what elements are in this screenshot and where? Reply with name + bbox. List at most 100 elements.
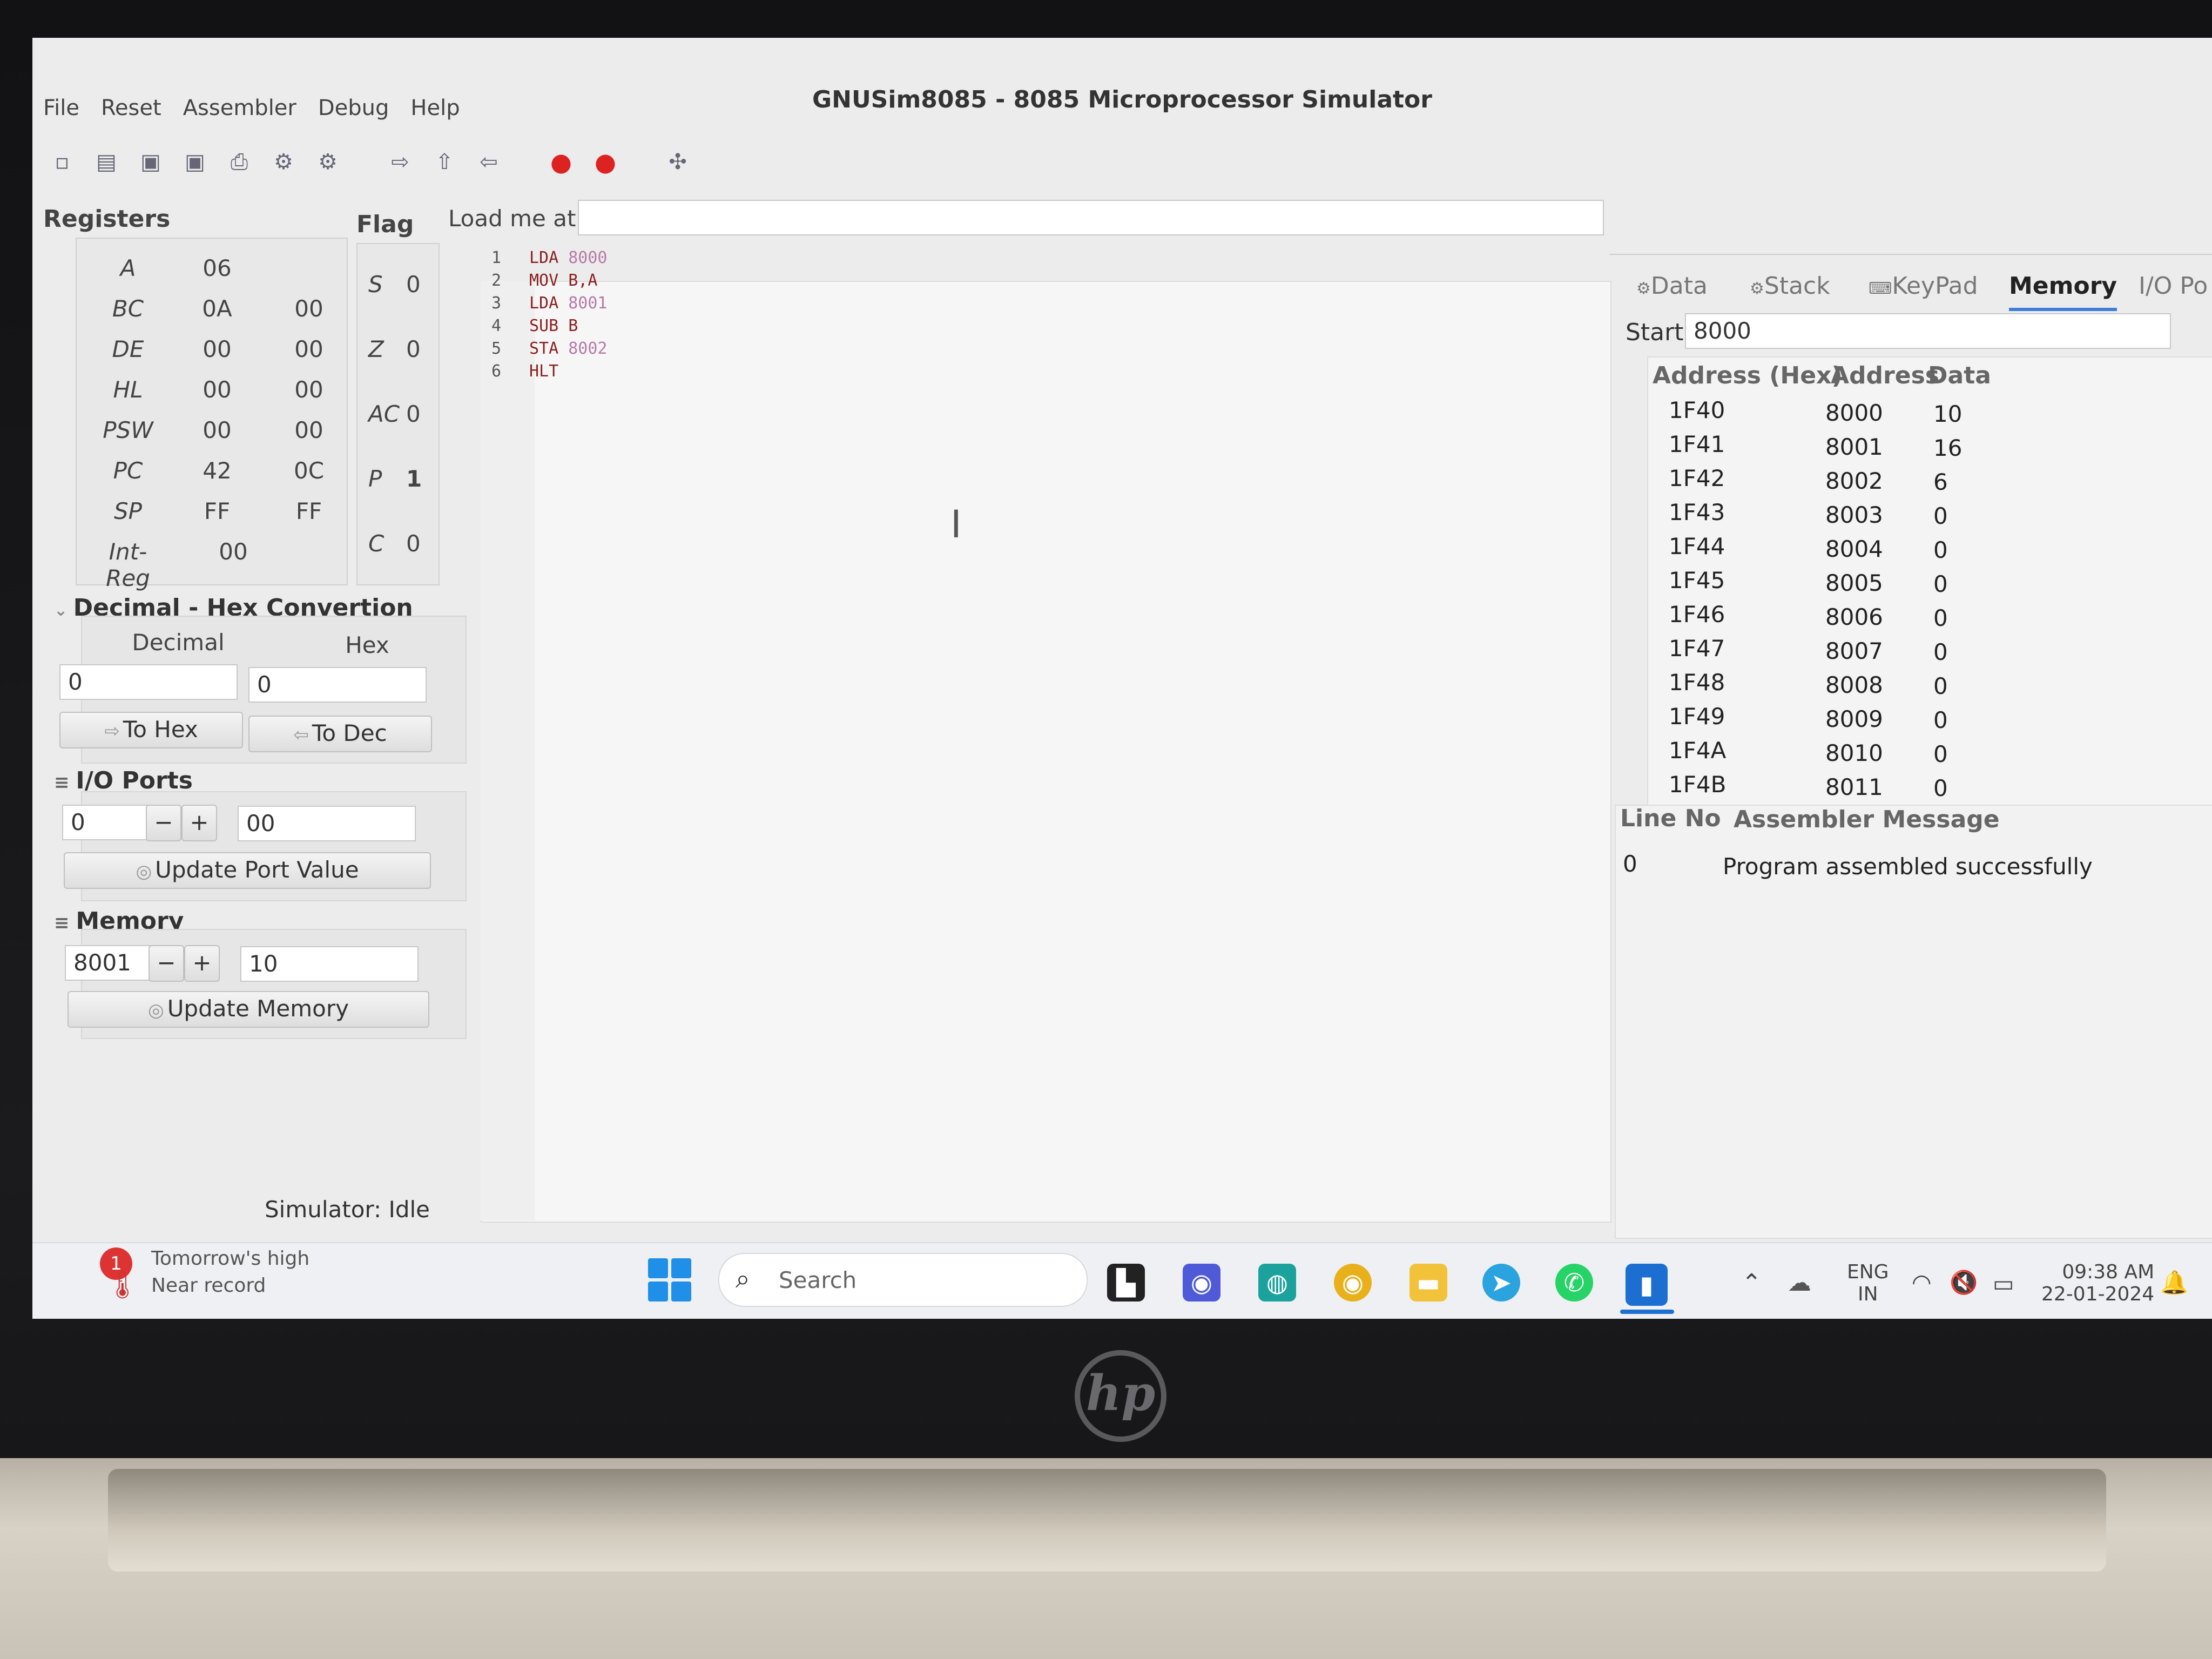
tab-label: Data (1650, 272, 1708, 300)
arrow-left-icon: ⇦ (293, 724, 309, 746)
memory-increment-button[interactable]: + (184, 945, 220, 982)
start-icon[interactable] (648, 1258, 691, 1301)
new-file-icon[interactable]: ▫ (49, 149, 76, 176)
tab-data[interactable]: ⚙Data (1636, 265, 1708, 308)
message-line-number: 0 (1623, 851, 1637, 877)
memory-address: 8002 (1825, 468, 1883, 494)
column-header[interactable]: Assembler Message (1734, 806, 2000, 833)
menu-file[interactable]: File (43, 86, 79, 130)
step-out-icon[interactable]: ⇦ (475, 149, 502, 176)
to-dec-button[interactable]: ⇦ To Dec (248, 716, 432, 752)
clock[interactable]: 09:38 AM 22-01-2024 (2041, 1261, 2154, 1305)
code-line[interactable]: 3 LDA 8001 (491, 294, 608, 316)
file-explorer-icon[interactable]: ▬ (1410, 1264, 1447, 1301)
collapse-icon[interactable]: ≡ (54, 772, 76, 793)
column-header[interactable]: Address (Hex) (1653, 362, 1843, 389)
column-header[interactable]: Data (1928, 362, 1991, 389)
port-increment-button[interactable]: + (181, 805, 217, 841)
telegram-icon[interactable]: ➤ (1482, 1264, 1520, 1301)
gnusim-taskbar-icon[interactable]: ▮ (1626, 1264, 1668, 1306)
volume-muted-icon[interactable]: 🔇 (1950, 1269, 1978, 1296)
step-over-icon[interactable]: ⇧ (431, 149, 458, 176)
code-editor[interactable] (481, 281, 1611, 1223)
menu-reset[interactable]: Reset (101, 86, 161, 130)
cloud-icon[interactable]: ☁ (1788, 1269, 1811, 1297)
menu-help[interactable]: Help (410, 86, 460, 130)
taskbar-search[interactable]: ⌕ Search (718, 1253, 1088, 1307)
code-line[interactable]: 5 STA 8002 (491, 339, 608, 362)
code-op: HLT (529, 362, 559, 381)
code-line[interactable]: 6 HLT (491, 362, 558, 385)
collapse-icon[interactable]: ⌄ (54, 601, 73, 620)
tab-keypad[interactable]: ⌨KeyPad (1869, 265, 1978, 308)
run-icon[interactable]: ⚙ (314, 149, 341, 176)
column-header[interactable]: Address (1831, 362, 1939, 389)
teams-icon[interactable]: ◉ (1183, 1264, 1220, 1301)
collapse-icon[interactable]: ≡ (54, 912, 76, 934)
flag-row-p: P1 (358, 466, 439, 520)
code-line[interactable]: 4 SUB B (491, 316, 578, 339)
registers-title: Registers (43, 205, 171, 233)
chevron-up-icon[interactable]: ⌃ (1742, 1269, 1762, 1297)
io-ports-title: ≡ I/O Ports (54, 767, 193, 794)
flags-panel: S0 Z0 AC 0 P1 C0 (356, 243, 440, 585)
task-view-icon[interactable]: ▙ (1107, 1264, 1145, 1301)
start-address-input[interactable]: 8000 (1685, 313, 2171, 349)
memory-hex-address: 1F41 (1669, 431, 1725, 457)
breakpoint-icon[interactable]: ● (548, 147, 575, 177)
flag-row-z: Z0 (358, 336, 439, 390)
memory-data: 0 (1933, 605, 1948, 631)
weather-line-1[interactable]: Tomorrow's high (151, 1247, 309, 1270)
language-indicator[interactable]: ENG IN (1847, 1261, 1889, 1305)
flag-name: C (368, 530, 385, 557)
register-value: 00 (294, 336, 323, 362)
menu-debug[interactable]: Debug (318, 86, 389, 130)
tab-stack[interactable]: ⚙Stack (1750, 265, 1830, 308)
port-decrement-button[interactable]: − (146, 805, 181, 841)
open-file-icon[interactable]: ▤ (93, 149, 120, 176)
edge-icon[interactable]: ◍ (1258, 1264, 1296, 1301)
whatsapp-icon[interactable]: ✆ (1555, 1264, 1593, 1301)
memory-hex-address: 1F48 (1669, 669, 1725, 696)
to-hex-button[interactable]: ⇨ To Hex (59, 712, 243, 748)
print-icon[interactable]: ⎙ (226, 149, 253, 176)
decimal-input[interactable]: 0 (59, 664, 238, 700)
memory-value-input[interactable]: 10 (240, 946, 419, 982)
clear-breakpoints-icon[interactable]: ● (592, 147, 619, 177)
step-in-icon[interactable]: ⇨ (387, 149, 414, 176)
battery-icon[interactable]: ▭ (1993, 1270, 2014, 1297)
flag-name: S (368, 271, 383, 298)
load-at-input[interactable] (578, 200, 1604, 235)
register-value: 0A (202, 295, 232, 322)
memory-address: 8008 (1825, 672, 1883, 698)
chrome-icon[interactable]: ◉ (1334, 1264, 1372, 1301)
update-memory-button[interactable]: ◎ Update Memory (68, 991, 429, 1028)
tab-label: KeyPad (1892, 272, 1978, 300)
stop-icon[interactable]: ✣ (664, 149, 691, 176)
port-value-input[interactable]: 00 (238, 806, 416, 841)
hex-input[interactable]: 0 (248, 667, 427, 703)
menu-assembler[interactable]: Assembler (183, 86, 296, 130)
flag-value: 1 (406, 466, 422, 492)
column-header[interactable]: Line No (1620, 805, 1721, 832)
register-value: 42 (203, 457, 232, 484)
assemble-icon[interactable]: ⚙ (270, 149, 297, 176)
tab-memory[interactable]: Memory (2009, 265, 2117, 311)
save-icon[interactable]: ▣ (137, 149, 164, 176)
text-cursor-icon: I (950, 502, 962, 547)
memory-decrement-button[interactable]: − (149, 945, 184, 982)
memory-data: 0 (1933, 537, 1948, 563)
code-line[interactable]: 2 MOV B,A (491, 271, 597, 294)
message-text: Program assembled successfully (1723, 853, 2093, 880)
register-name: SP (114, 498, 142, 524)
code-line[interactable]: 1 LDA 8000 (491, 248, 608, 271)
save-as-icon[interactable]: ▣ (181, 149, 208, 176)
memory-data: 0 (1933, 639, 1948, 665)
update-port-button[interactable]: ◎ Update Port Value (64, 852, 431, 889)
notification-bell-icon[interactable]: 🔔 (2160, 1269, 2188, 1296)
wifi-icon[interactable]: ◠ (1912, 1269, 1932, 1296)
tab-io-ports[interactable]: I/O Po (2139, 265, 2208, 308)
thermometer-icon[interactable]: 🌡 (105, 1269, 139, 1301)
memory-hex-address: 1F49 (1669, 703, 1725, 730)
weather-line-2[interactable]: Near record (151, 1274, 266, 1297)
